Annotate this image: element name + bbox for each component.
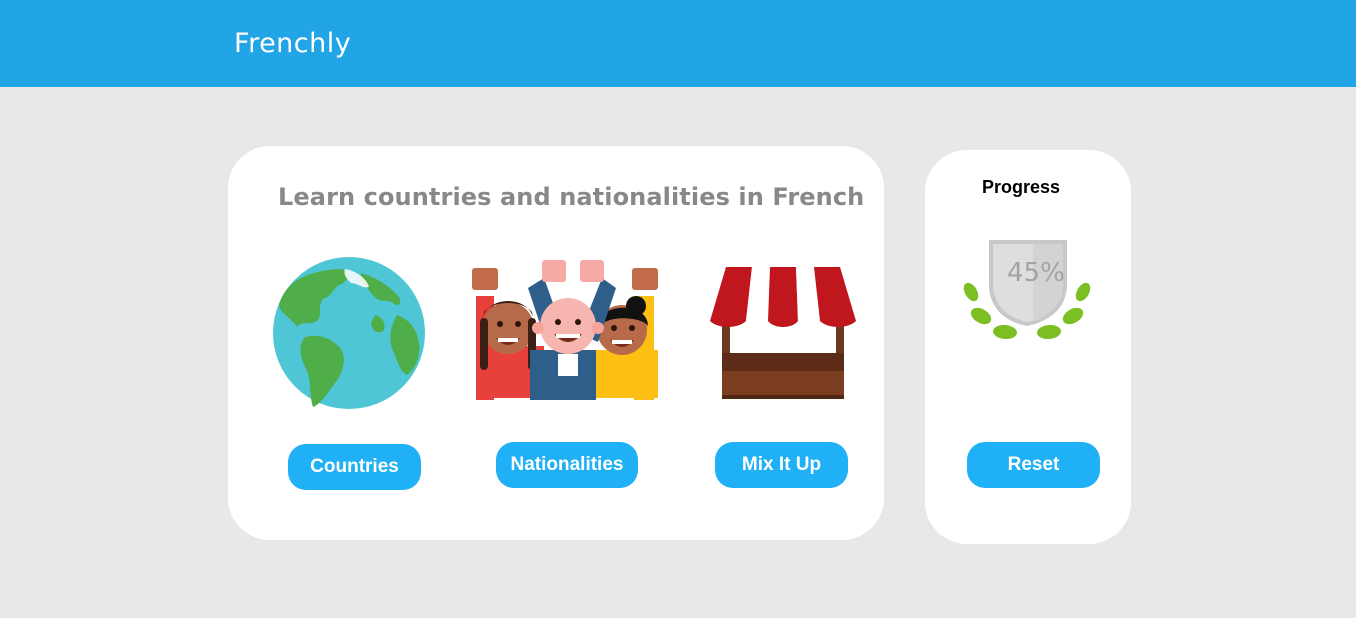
progress-percent-label: 45% (1007, 258, 1065, 288)
shield-laurel-icon (963, 240, 1091, 340)
progress-card: Progress 45% Reset (925, 150, 1131, 544)
people-icon (472, 260, 658, 400)
mix-it-up-button[interactable]: Mix It Up (715, 442, 848, 488)
countries-button[interactable]: Countries (288, 444, 421, 490)
globe-icon (273, 257, 425, 409)
nationalities-button[interactable]: Nationalities (496, 442, 638, 488)
lesson-title: Learn countries and nationalities in Fre… (278, 183, 865, 211)
reset-button[interactable]: Reset (967, 442, 1100, 488)
top-bar: Frenchly (0, 0, 1356, 87)
brand-logo[interactable]: Frenchly (234, 28, 351, 59)
market-stall-icon (710, 267, 856, 399)
progress-title: Progress (981, 177, 1061, 197)
lesson-card: Learn countries and nationalities in Fre… (228, 146, 884, 540)
